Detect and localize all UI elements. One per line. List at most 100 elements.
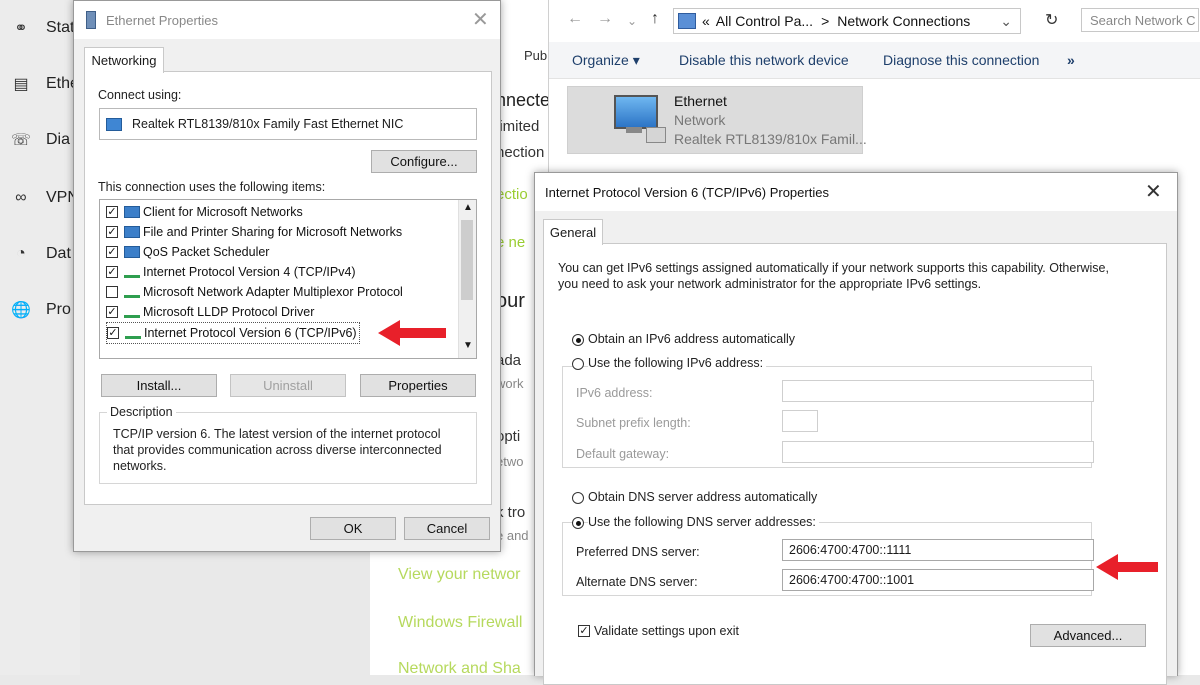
up-arrow-icon[interactable]: ↑ [651,10,659,28]
component-checkbox[interactable] [106,286,118,298]
ethernet-properties-dialog: Ethernet Properties ✕ Networking Connect… [73,0,501,552]
preferred-dns-label: Preferred DNS server: [576,545,700,559]
network-cable-icon [646,127,666,143]
validate-settings-label[interactable]: Validate settings upon exit [594,624,739,638]
alternate-dns-input[interactable]: 2606:4700:4700::1001 [782,569,1094,591]
use-following-ipv6-radio[interactable] [572,358,584,370]
control-panel-icon [678,13,696,29]
obtain-ipv6-auto-radio[interactable] [572,334,584,346]
network-adapter-icon [106,117,122,131]
component-checkbox[interactable]: ✓ [106,206,118,218]
description-text: TCP/IP version 6. The latest version of … [113,427,442,473]
dialog-title: Ethernet Properties [106,13,219,28]
forward-arrow-icon[interactable]: → [597,10,613,28]
sidebar-item-status[interactable]: ⚭ Stat [10,16,74,40]
client-network-icon [124,206,140,218]
protocol-icon [124,307,140,318]
close-icon[interactable]: ✕ [472,7,489,32]
chevron-down-icon[interactable]: ⌄ [1000,13,1012,30]
use-following-ipv6-label[interactable]: Use the following IPv6 address: [588,356,767,370]
breadcrumb-current[interactable]: Network Connections [837,13,970,29]
component-checkbox[interactable]: ✓ [106,226,118,238]
validate-settings-checkbox[interactable]: ✓ [578,625,590,637]
diagnose-connection-button[interactable]: Diagnose this connection [883,52,1039,68]
data-usage-icon: ◔ [16,245,26,262]
use-following-dns-radio[interactable] [572,517,584,529]
dialog-titlebar: Internet Protocol Version 6 (TCP/IPv6) P… [535,173,1177,211]
default-gateway-input [782,441,1094,463]
ethernet-connection-tile[interactable]: Ethernet Network Realtek RTL8139/810x Fa… [567,86,867,154]
list-item[interactable]: ✓ Microsoft LLDP Protocol Driver [106,302,314,322]
network-sharing-link[interactable]: Network and Sha [398,660,521,678]
obtain-dns-auto-radio[interactable] [572,492,584,504]
cancel-button[interactable]: Cancel [404,517,490,540]
list-item[interactable]: Microsoft Network Adapter Multiplexor Pr… [106,282,403,302]
intro-text: You can get IPv6 settings assigned autom… [558,261,1109,291]
subnet-prefix-input [782,410,818,432]
connection-name: Ethernet [674,93,727,109]
connect-using-label: Connect using: [98,88,182,102]
properties-button[interactable]: Properties [360,374,476,397]
sidebar-item-label: Pro [46,301,71,318]
list-item[interactable]: ✓ Internet Protocol Version 4 (TCP/IPv4) [106,262,356,282]
ipv6-address-input [782,380,1094,402]
sidebar-item-proxy[interactable]: 🌐 Pro [10,298,71,322]
sidebar-item-data-usage[interactable]: ◔ Dat [10,242,71,266]
disable-device-button[interactable]: Disable this network device [679,52,849,68]
obtain-dns-auto-label[interactable]: Obtain DNS server address automatically [588,490,817,504]
sidebar-item-ethernet[interactable]: ▤ Ethe [10,72,78,96]
chevron-up-icon[interactable]: ▲ [463,202,473,213]
configure-button[interactable]: Configure... [371,150,477,173]
breadcrumb-separator: > [821,13,830,29]
sidebar-item-dialup[interactable]: ☏ Dia [10,128,70,152]
install-button[interactable]: Install... [101,374,217,397]
chevron-down-icon[interactable]: ⌄ [627,14,637,28]
list-item[interactable]: ✓ Client for Microsoft Networks [106,202,303,222]
adapter-name: Realtek RTL8139/810x Family Fast Etherne… [132,117,404,131]
obtain-ipv6-auto-label[interactable]: Obtain an IPv6 address automatically [588,332,795,346]
list-scrollbar[interactable]: ▲ ▼ [458,200,476,358]
component-checkbox[interactable]: ✓ [107,327,119,339]
dialup-icon: ☏ [10,132,31,149]
dialog-titlebar: Ethernet Properties ✕ [74,1,500,39]
list-item[interactable]: ✓ Internet Protocol Version 6 (TCP/IPv6) [106,322,360,344]
ok-button[interactable]: OK [310,517,396,540]
search-input[interactable]: Search Network C [1081,8,1199,32]
list-item[interactable]: ✓ File and Printer Sharing for Microsoft … [106,222,402,242]
chevron-down-icon[interactable]: ▼ [463,340,473,351]
back-arrow-icon[interactable]: ← [567,10,583,28]
tab-networking[interactable]: Networking [84,47,164,73]
view-network-link[interactable]: View your networ [398,566,520,584]
organize-button[interactable]: Organize ▾ [572,52,640,69]
proxy-icon: 🌐 [11,302,31,319]
dropdown-arrow-icon: ▾ [632,52,640,68]
address-box[interactable]: « All Control Pa... > Network Connection… [673,8,1021,34]
settings-sidebar: ⚭ Stat ▤ Ethe ☏ Dia ∞ VPN ◔ Dat 🌐 Pro [0,0,80,675]
refresh-icon[interactable]: ↻ [1045,10,1058,30]
more-commands-button[interactable]: » [1067,52,1075,68]
tab-general[interactable]: General [543,219,603,245]
close-icon[interactable]: ✕ [1145,179,1162,204]
red-arrow-indicator [378,320,446,346]
sidebar-item-vpn[interactable]: ∞ VPN [10,186,79,210]
command-toolbar: Organize ▾ Disable this network device D… [549,42,1200,79]
advanced-button[interactable]: Advanced... [1030,624,1146,647]
scroll-thumb[interactable] [461,220,473,300]
component-checkbox[interactable]: ✓ [106,306,118,318]
preferred-dns-input[interactable]: 2606:4700:4700::1111 [782,539,1094,561]
items-label: This connection uses the following items… [98,180,326,194]
component-checkbox[interactable]: ✓ [106,246,118,258]
component-checkbox[interactable]: ✓ [106,266,118,278]
connection-status: Network [674,112,726,128]
background-text: Pub [524,48,548,63]
component-label: Client for Microsoft Networks [143,205,303,219]
list-item[interactable]: ✓ QoS Packet Scheduler [106,242,269,262]
breadcrumb-parent[interactable]: All Control Pa... [716,13,813,29]
windows-firewall-link[interactable]: Windows Firewall [398,614,522,632]
address-bar-area: ← → ⌄ ↑ « All Control Pa... > Network Co… [549,0,1200,42]
component-label: Microsoft LLDP Protocol Driver [143,305,315,319]
component-label: QoS Packet Scheduler [143,245,270,259]
globe-status-icon: ⚭ [14,20,28,37]
use-following-dns-label[interactable]: Use the following DNS server addresses: [588,515,819,529]
qos-scheduler-icon [124,246,140,258]
